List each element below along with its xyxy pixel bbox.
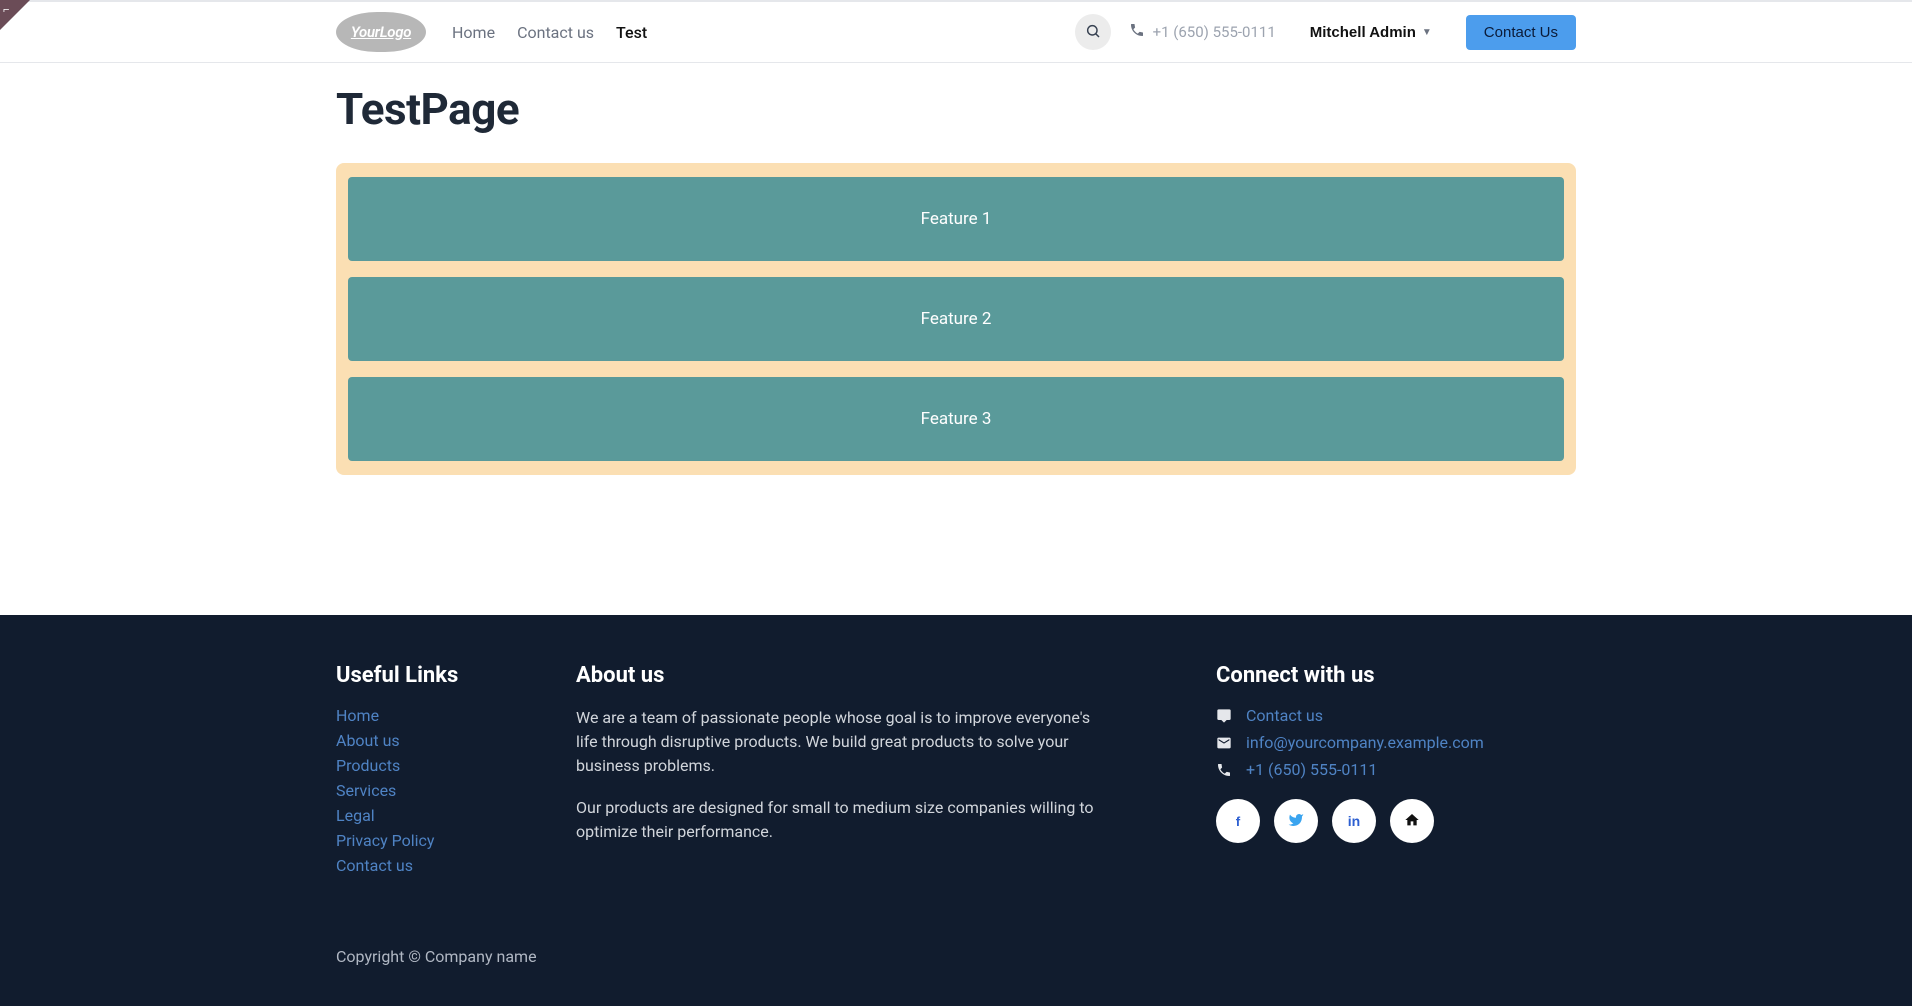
nav-item-test[interactable]: Test xyxy=(616,23,647,42)
search-icon xyxy=(1085,23,1101,42)
social-facebook[interactable]: f xyxy=(1216,799,1260,843)
home-icon xyxy=(1404,812,1420,831)
header-phone-text: +1 (650) 555-0111 xyxy=(1153,23,1276,41)
about-title: About us xyxy=(576,663,1176,688)
footer: Useful Links Home About us Products Serv… xyxy=(0,615,1912,1006)
footer-link-contact[interactable]: Contact us xyxy=(336,856,413,875)
facebook-icon: f xyxy=(1236,814,1240,829)
top-nav: Home Contact us Test xyxy=(452,23,647,42)
feature-row-2: Feature 2 xyxy=(348,277,1564,361)
footer-link-products[interactable]: Products xyxy=(336,756,400,775)
social-linkedin[interactable]: in xyxy=(1332,799,1376,843)
search-button[interactable] xyxy=(1075,14,1111,50)
footer-link-legal[interactable]: Legal xyxy=(336,806,375,825)
footer-link-about-us[interactable]: About us xyxy=(336,731,400,750)
page-title: TestPage xyxy=(336,83,1576,135)
twitter-icon xyxy=(1288,812,1304,831)
feature-row-3: Feature 3 xyxy=(348,377,1564,461)
about-paragraph-1: We are a team of passionate people whose… xyxy=(576,706,1096,778)
nav-item-home[interactable]: Home xyxy=(452,23,495,42)
contact-us-button[interactable]: Contact Us xyxy=(1466,15,1576,50)
linkedin-icon: in xyxy=(1348,813,1360,829)
connect-email-link[interactable]: info@yourcompany.example.com xyxy=(1246,733,1484,752)
logo-text: YourLogo xyxy=(351,23,411,41)
header: YourLogo Home Contact us Test +1 (650) 5… xyxy=(0,2,1912,63)
footer-connect: Connect with us Contact us info@yourcomp… xyxy=(1216,663,1576,875)
connect-contact-link[interactable]: Contact us xyxy=(1246,706,1323,725)
user-name: Mitchell Admin xyxy=(1310,24,1416,41)
footer-link-services[interactable]: Services xyxy=(336,781,396,800)
page-body: TestPage Feature 1 Feature 2 Feature 3 xyxy=(0,63,1912,555)
about-paragraph-2: Our products are designed for small to m… xyxy=(576,796,1096,844)
feature-row-1: Feature 1 xyxy=(348,177,1564,261)
social-home[interactable] xyxy=(1390,799,1434,843)
useful-links-title: Useful Links xyxy=(336,663,536,688)
social-twitter[interactable] xyxy=(1274,799,1318,843)
phone-icon xyxy=(1129,22,1145,42)
mail-icon xyxy=(1216,735,1232,751)
logo[interactable]: YourLogo xyxy=(336,12,426,52)
connect-phone-link[interactable]: +1 (650) 555-0111 xyxy=(1246,760,1377,779)
header-phone[interactable]: +1 (650) 555-0111 xyxy=(1129,22,1276,42)
chevron-down-icon: ▼ xyxy=(1422,27,1432,38)
user-menu[interactable]: Mitchell Admin ▼ xyxy=(1304,23,1438,42)
social-row: f in xyxy=(1216,799,1576,843)
phone-icon xyxy=(1216,762,1232,778)
nav-item-contact-us[interactable]: Contact us xyxy=(517,23,594,42)
footer-useful-links: Useful Links Home About us Products Serv… xyxy=(336,663,536,875)
chat-icon xyxy=(1216,708,1232,724)
copyright: Copyright © Company name xyxy=(336,947,1576,966)
footer-link-home[interactable]: Home xyxy=(336,706,379,725)
connect-title: Connect with us xyxy=(1216,663,1576,688)
footer-about: About us We are a team of passionate peo… xyxy=(576,663,1176,875)
footer-link-privacy[interactable]: Privacy Policy xyxy=(336,831,435,850)
website-editor-handle[interactable]: ⌐ xyxy=(0,0,30,30)
feature-block: Feature 1 Feature 2 Feature 3 xyxy=(336,163,1576,475)
